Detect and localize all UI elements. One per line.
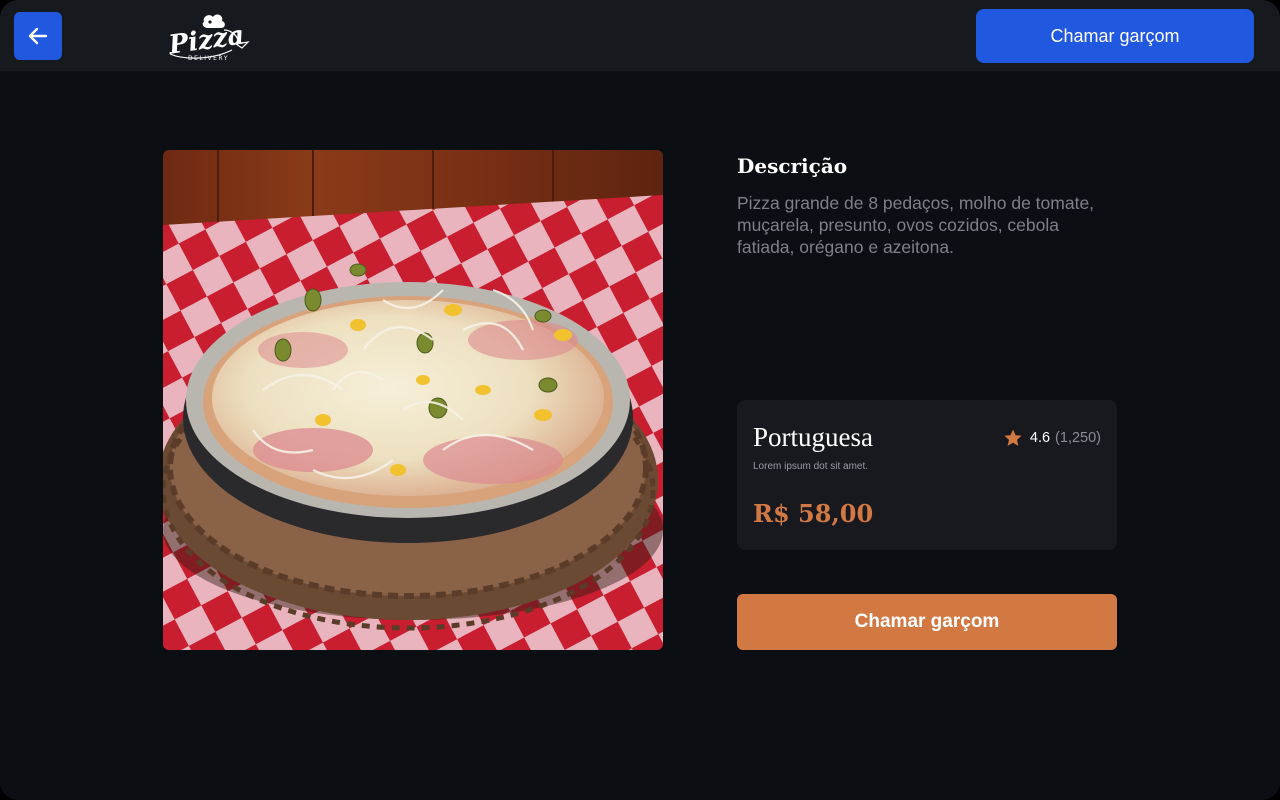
top-bar: Pizza DELIVERY Chamar garçom [0,0,1280,71]
product-rating: 4.6 (1,250) [1003,428,1101,448]
rating-count: (1,250) [1055,430,1101,446]
product-card: Portuguesa 4.6 (1,250) Lorem ipsum dot s… [737,400,1117,550]
product-price: R$ 58,00 [753,499,874,528]
product-name: Portuguesa [753,422,873,452]
description-title: Descrição [737,154,848,178]
svg-text:DELIVERY: DELIVERY [188,55,229,62]
product-subtitle: Lorem ipsum dot sit amet. [753,461,869,472]
pizza-delivery-logo: Pizza DELIVERY [166,10,252,62]
app-frame: Pizza DELIVERY Chamar garçom Descrição P… [0,0,1280,800]
back-button[interactable] [14,12,62,60]
star-icon [1004,429,1022,446]
call-waiter-button-header[interactable]: Chamar garçom [976,9,1254,63]
pizza-image [163,150,663,650]
description-text: Pizza grande de 8 pedaços, molho de toma… [737,193,1095,257]
arrow-left-icon [28,27,48,45]
rating-value: 4.6 [1029,430,1051,446]
call-waiter-button[interactable]: Chamar garçom [737,594,1117,650]
